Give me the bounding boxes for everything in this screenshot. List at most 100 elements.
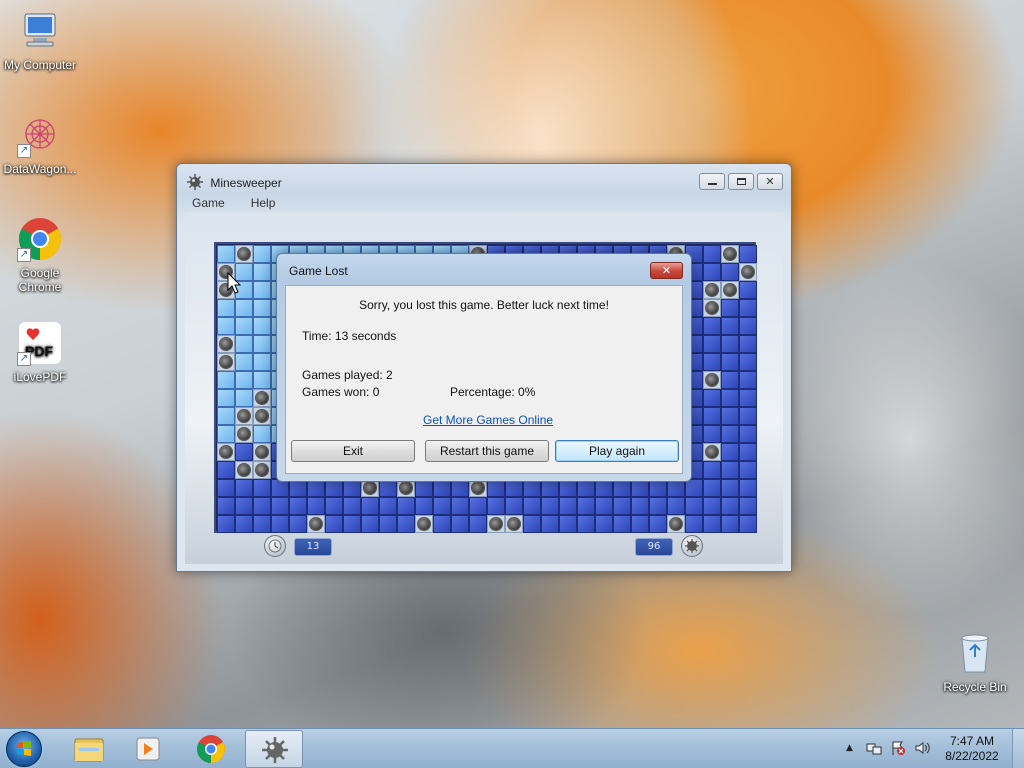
board-cell[interactable] [217, 245, 235, 263]
board-cell[interactable] [217, 371, 235, 389]
board-cell[interactable] [217, 317, 235, 335]
board-cell[interactable] [739, 245, 757, 263]
board-cell[interactable] [235, 389, 253, 407]
board-cell[interactable] [235, 353, 253, 371]
mine-cell[interactable] [253, 389, 271, 407]
mine-cell[interactable] [415, 515, 433, 533]
board-cell[interactable] [469, 515, 487, 533]
board-cell[interactable] [631, 497, 649, 515]
board-cell[interactable] [487, 497, 505, 515]
board-cell[interactable] [721, 497, 739, 515]
board-cell[interactable] [739, 443, 757, 461]
board-cell[interactable] [217, 497, 235, 515]
mine-cell[interactable] [253, 407, 271, 425]
board-cell[interactable] [649, 497, 667, 515]
board-cell[interactable] [721, 425, 739, 443]
board-cell[interactable] [253, 317, 271, 335]
board-cell[interactable] [739, 317, 757, 335]
board-cell[interactable] [307, 497, 325, 515]
board-cell[interactable] [217, 515, 235, 533]
board-cell[interactable] [325, 497, 343, 515]
mine-cell[interactable] [703, 299, 721, 317]
board-cell[interactable] [559, 515, 577, 533]
taskbar-explorer[interactable] [60, 730, 118, 768]
close-button[interactable]: ✕ [757, 173, 783, 190]
board-cell[interactable] [649, 515, 667, 533]
board-cell[interactable] [739, 281, 757, 299]
board-cell[interactable] [703, 515, 721, 533]
board-cell[interactable] [739, 515, 757, 533]
board-cell[interactable] [703, 353, 721, 371]
board-cell[interactable] [217, 299, 235, 317]
board-cell[interactable] [685, 497, 703, 515]
board-cell[interactable] [343, 515, 361, 533]
board-cell[interactable] [289, 515, 307, 533]
board-cell[interactable] [361, 515, 379, 533]
board-cell[interactable] [703, 335, 721, 353]
mine-cell[interactable] [487, 515, 505, 533]
board-cell[interactable] [739, 353, 757, 371]
board-cell[interactable] [253, 245, 271, 263]
board-cell[interactable] [721, 263, 739, 281]
board-cell[interactable] [397, 515, 415, 533]
mine-cell[interactable] [253, 443, 271, 461]
board-cell[interactable] [703, 479, 721, 497]
action-center-flag-icon[interactable] [890, 740, 906, 756]
mine-cell[interactable] [235, 245, 253, 263]
board-cell[interactable] [523, 515, 541, 533]
board-cell[interactable] [379, 497, 397, 515]
board-cell[interactable] [505, 497, 523, 515]
board-cell[interactable] [721, 317, 739, 335]
board-cell[interactable] [721, 389, 739, 407]
mine-cell[interactable] [307, 515, 325, 533]
board-cell[interactable] [253, 281, 271, 299]
network-icon[interactable] [866, 741, 882, 755]
maximize-button[interactable] [728, 173, 754, 190]
board-cell[interactable] [703, 407, 721, 425]
board-cell[interactable] [541, 497, 559, 515]
board-cell[interactable] [739, 335, 757, 353]
mine-cell[interactable] [217, 443, 235, 461]
board-cell[interactable] [721, 335, 739, 353]
board-cell[interactable] [253, 497, 271, 515]
board-cell[interactable] [253, 371, 271, 389]
taskbar-chrome[interactable] [182, 730, 240, 768]
board-cell[interactable] [721, 461, 739, 479]
board-cell[interactable] [739, 389, 757, 407]
desktop-icon-ilovepdf[interactable]: PDF ↗ iLovePDF [0, 320, 80, 384]
board-cell[interactable] [379, 515, 397, 533]
exit-button[interactable]: Exit [291, 440, 415, 462]
mine-cell[interactable] [505, 515, 523, 533]
board-cell[interactable] [739, 407, 757, 425]
taskbar-media-player[interactable] [120, 730, 178, 768]
menu-game[interactable]: Game [185, 195, 232, 211]
taskbar-minesweeper[interactable] [245, 730, 303, 768]
board-cell[interactable] [235, 497, 253, 515]
board-cell[interactable] [433, 515, 451, 533]
board-cell[interactable] [217, 407, 235, 425]
board-cell[interactable] [721, 407, 739, 425]
board-cell[interactable] [721, 479, 739, 497]
desktop-icon-datawagon[interactable]: ↗ DataWagon... [0, 112, 80, 176]
board-cell[interactable] [235, 371, 253, 389]
board-cell[interactable] [217, 389, 235, 407]
board-cell[interactable] [235, 479, 253, 497]
board-cell[interactable] [595, 515, 613, 533]
tray-show-hidden-icon[interactable]: ▲ [846, 743, 853, 753]
mine-cell[interactable] [235, 425, 253, 443]
board-cell[interactable] [253, 515, 271, 533]
board-cell[interactable] [703, 245, 721, 263]
board-cell[interactable] [289, 497, 307, 515]
board-cell[interactable] [739, 425, 757, 443]
board-cell[interactable] [721, 443, 739, 461]
board-cell[interactable] [613, 497, 631, 515]
board-cell[interactable] [721, 371, 739, 389]
board-cell[interactable] [433, 497, 451, 515]
board-cell[interactable] [235, 299, 253, 317]
minimize-button[interactable] [699, 173, 725, 190]
mine-cell[interactable] [703, 443, 721, 461]
mine-cell[interactable] [667, 515, 685, 533]
board-cell[interactable] [541, 515, 559, 533]
menu-help[interactable]: Help [244, 195, 283, 211]
play-again-button[interactable]: Play again [555, 440, 679, 462]
